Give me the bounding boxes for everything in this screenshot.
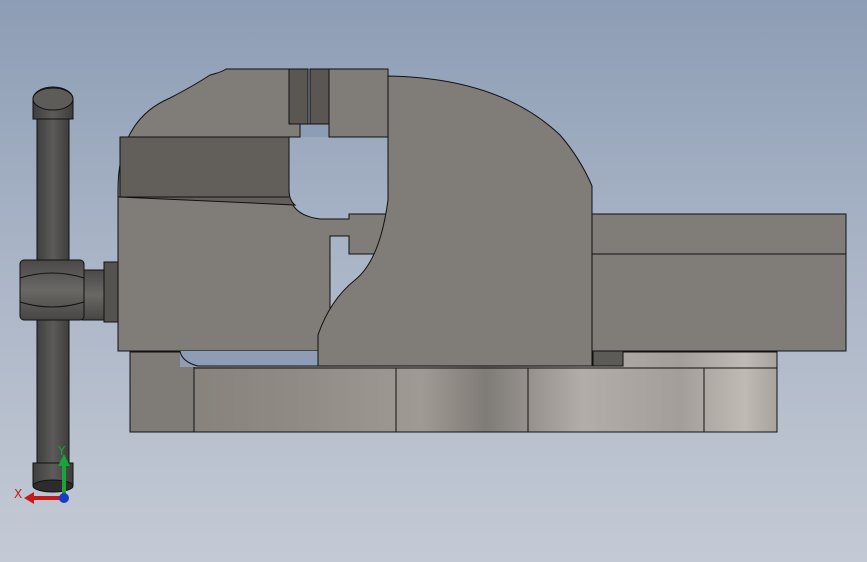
y-axis-label: Y: [57, 444, 66, 458]
t-handle[interactable]: [19, 86, 85, 493]
jaw-plates: [288, 68, 389, 138]
x-axis-label: X: [14, 487, 22, 501]
screw-collar[interactable]: [81, 261, 119, 323]
z-axis-dot: [59, 493, 69, 503]
slide-bar[interactable]: [591, 213, 847, 367]
vise-model-view[interactable]: Y X: [0, 0, 867, 562]
cad-viewport[interactable]: Y X: [0, 0, 867, 562]
